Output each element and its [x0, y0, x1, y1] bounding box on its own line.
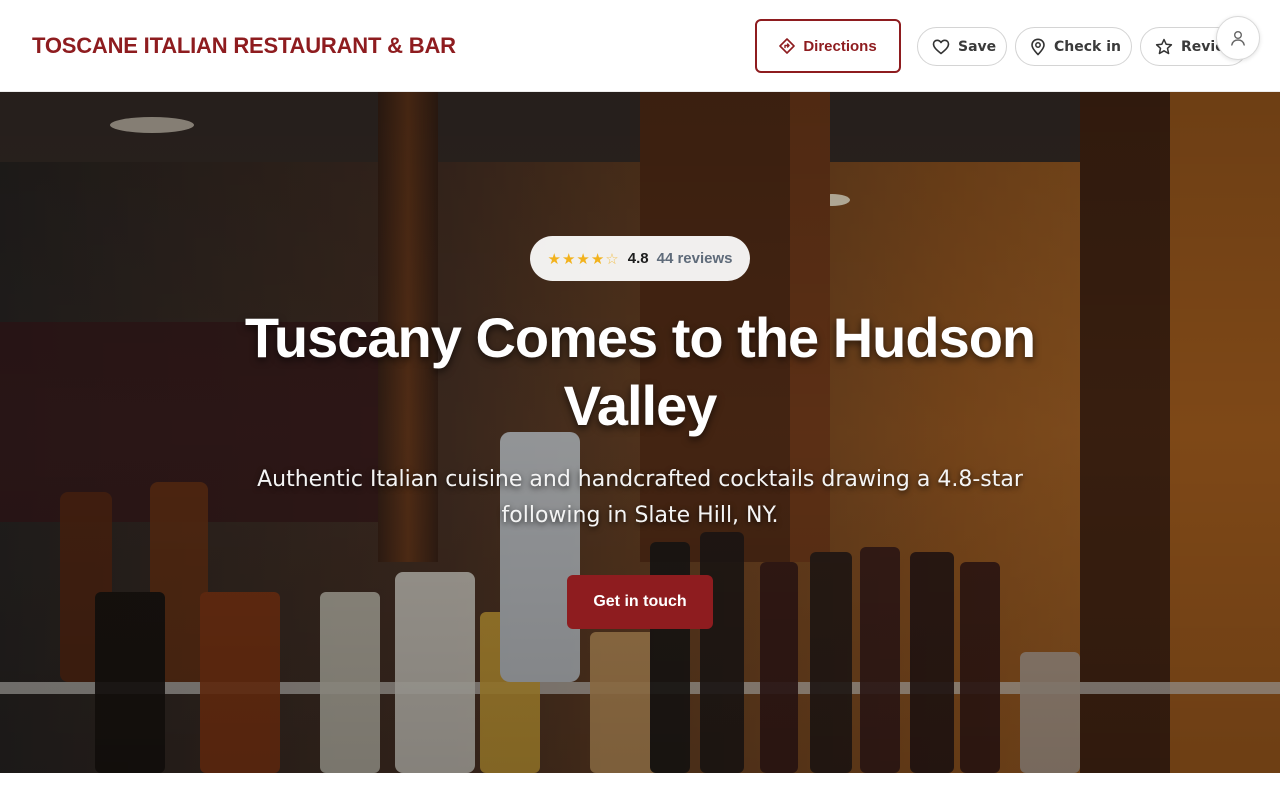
- heart-icon: [932, 38, 950, 56]
- save-label: Save: [958, 38, 997, 55]
- brand-name[interactable]: TOSCANE ITALIAN RESTAURANT & BAR: [32, 33, 456, 59]
- star-half-icon: ☆: [605, 250, 620, 268]
- user-icon: [1229, 29, 1247, 47]
- star-icon: ★: [576, 250, 591, 268]
- get-in-touch-button[interactable]: Get in touch: [567, 575, 713, 629]
- rating-value: 4.8: [627, 250, 649, 267]
- site-header: TOSCANE ITALIAN RESTAURANT & BAR Directi…: [0, 0, 1280, 92]
- star-icon: ★: [547, 250, 562, 268]
- hero-title: Tuscany Comes to the Hudson Valley: [244, 306, 1036, 437]
- star-icon: ★: [590, 250, 606, 268]
- star-icon: ★: [561, 250, 577, 268]
- map-pin-icon: [1030, 38, 1046, 56]
- star-outline-icon: [1155, 38, 1173, 56]
- check-in-button[interactable]: Check in: [1015, 27, 1132, 66]
- save-button[interactable]: Save: [917, 27, 1007, 66]
- hero-section: ★★★★☆ 4.8 44 reviews Tuscany Comes to th…: [0, 92, 1280, 773]
- rating-stars: ★★★★☆: [547, 250, 619, 268]
- directions-label: Directions: [803, 37, 877, 55]
- hero-subtitle: Authentic Italian cuisine and handcrafte…: [257, 467, 1023, 528]
- directions-button[interactable]: Directions: [755, 19, 901, 73]
- account-button[interactable]: [1216, 16, 1260, 60]
- directions-icon: [779, 38, 796, 54]
- rating-badge[interactable]: ★★★★☆ 4.8 44 reviews: [530, 236, 750, 281]
- review-count: 44 reviews: [656, 250, 733, 267]
- check-in-label: Check in: [1054, 38, 1121, 55]
